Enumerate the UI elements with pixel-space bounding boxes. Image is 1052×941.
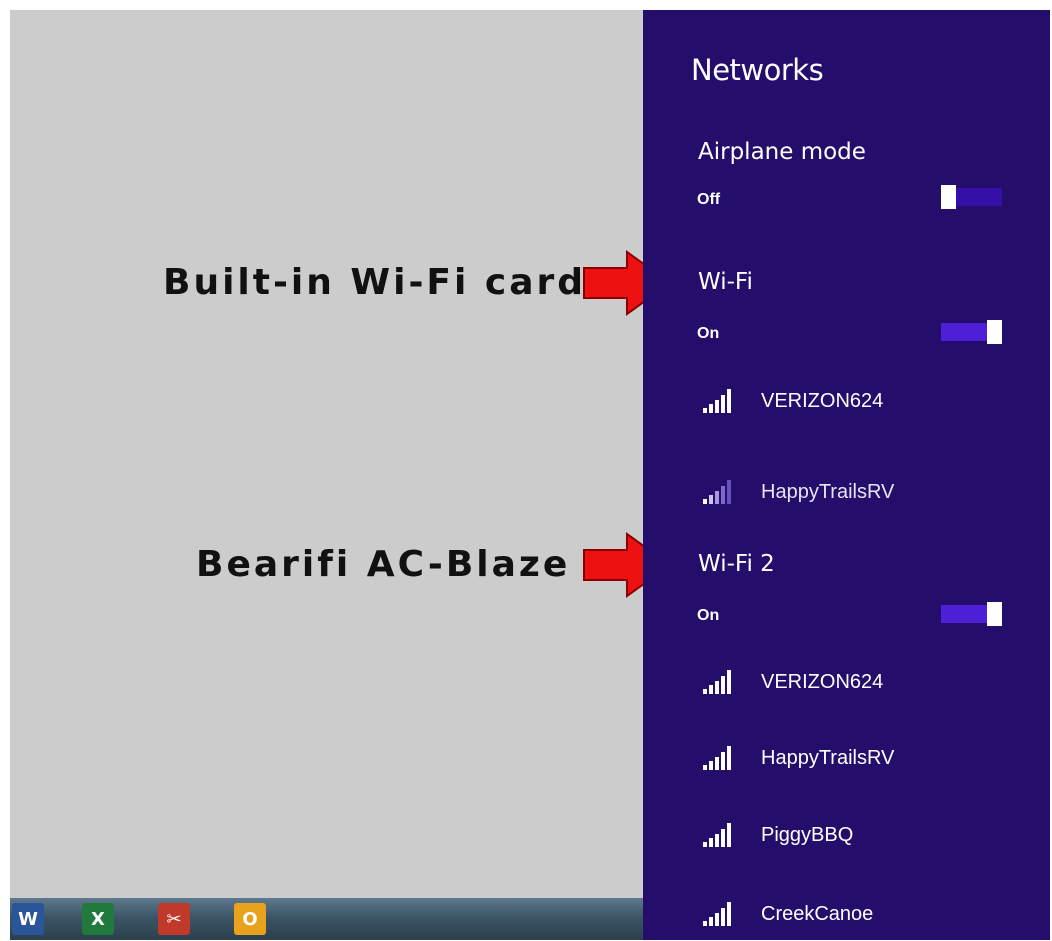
toggle-track [941,605,987,623]
wifi-signal-icon [703,902,731,926]
toggle-thumb [987,602,1002,626]
network-item[interactable]: PiggyBBQ [703,822,1033,852]
wifi-toggle[interactable] [941,320,1002,344]
airplane-mode-toggle[interactable] [941,185,1002,209]
snipping-tool-icon[interactable]: ✂ [158,903,190,935]
outlook-icon[interactable]: O [234,903,266,935]
wifi2-label: Wi-Fi 2 [698,551,775,577]
excel-icon[interactable]: X [82,903,114,935]
wifi-signal-icon [703,746,731,770]
network-name: HappyTrailsRV [761,481,895,503]
network-name: PiggyBBQ [761,824,854,846]
network-item[interactable]: VERIZON624 [703,388,1033,418]
airplane-mode-label: Airplane mode [698,139,866,165]
airplane-mode-state: Off [697,191,721,208]
network-item[interactable]: HappyTrailsRV [703,479,1033,509]
panel-title: Networks [691,53,824,87]
network-name: VERIZON624 [761,671,884,693]
annotation-built-in-wifi: Built-in Wi-Fi card [163,262,587,303]
taskbar: W X ✂ O [10,898,643,940]
wifi-signal-icon [703,480,731,504]
toggle-track [941,323,987,341]
wifi2-toggle[interactable] [941,602,1002,626]
toggle-track [956,188,1002,206]
screenshot-frame: Built-in Wi-Fi card Bearifi AC-Blaze W X… [10,10,1050,940]
networks-panel: Networks Airplane mode Off Wi-Fi On VERI… [643,10,1050,940]
network-item[interactable]: HappyTrailsRV [703,745,1033,775]
wifi-state: On [697,325,720,342]
network-name: VERIZON624 [761,390,884,412]
wifi-label: Wi-Fi [698,269,753,295]
network-item[interactable]: CreekCanoe [703,901,1033,931]
word-icon[interactable]: W [12,903,44,935]
wifi-signal-icon [703,389,731,413]
toggle-thumb [987,320,1002,344]
network-name: HappyTrailsRV [761,747,895,769]
network-name: CreekCanoe [761,903,874,925]
desktop-area: Built-in Wi-Fi card Bearifi AC-Blaze W X… [10,10,672,940]
toggle-thumb [941,185,956,209]
wifi-signal-icon [703,823,731,847]
annotation-bearifi: Bearifi AC-Blaze [196,544,571,585]
wifi2-state: On [697,607,720,624]
network-item[interactable]: VERIZON624 [703,669,1033,699]
wifi-signal-icon [703,670,731,694]
